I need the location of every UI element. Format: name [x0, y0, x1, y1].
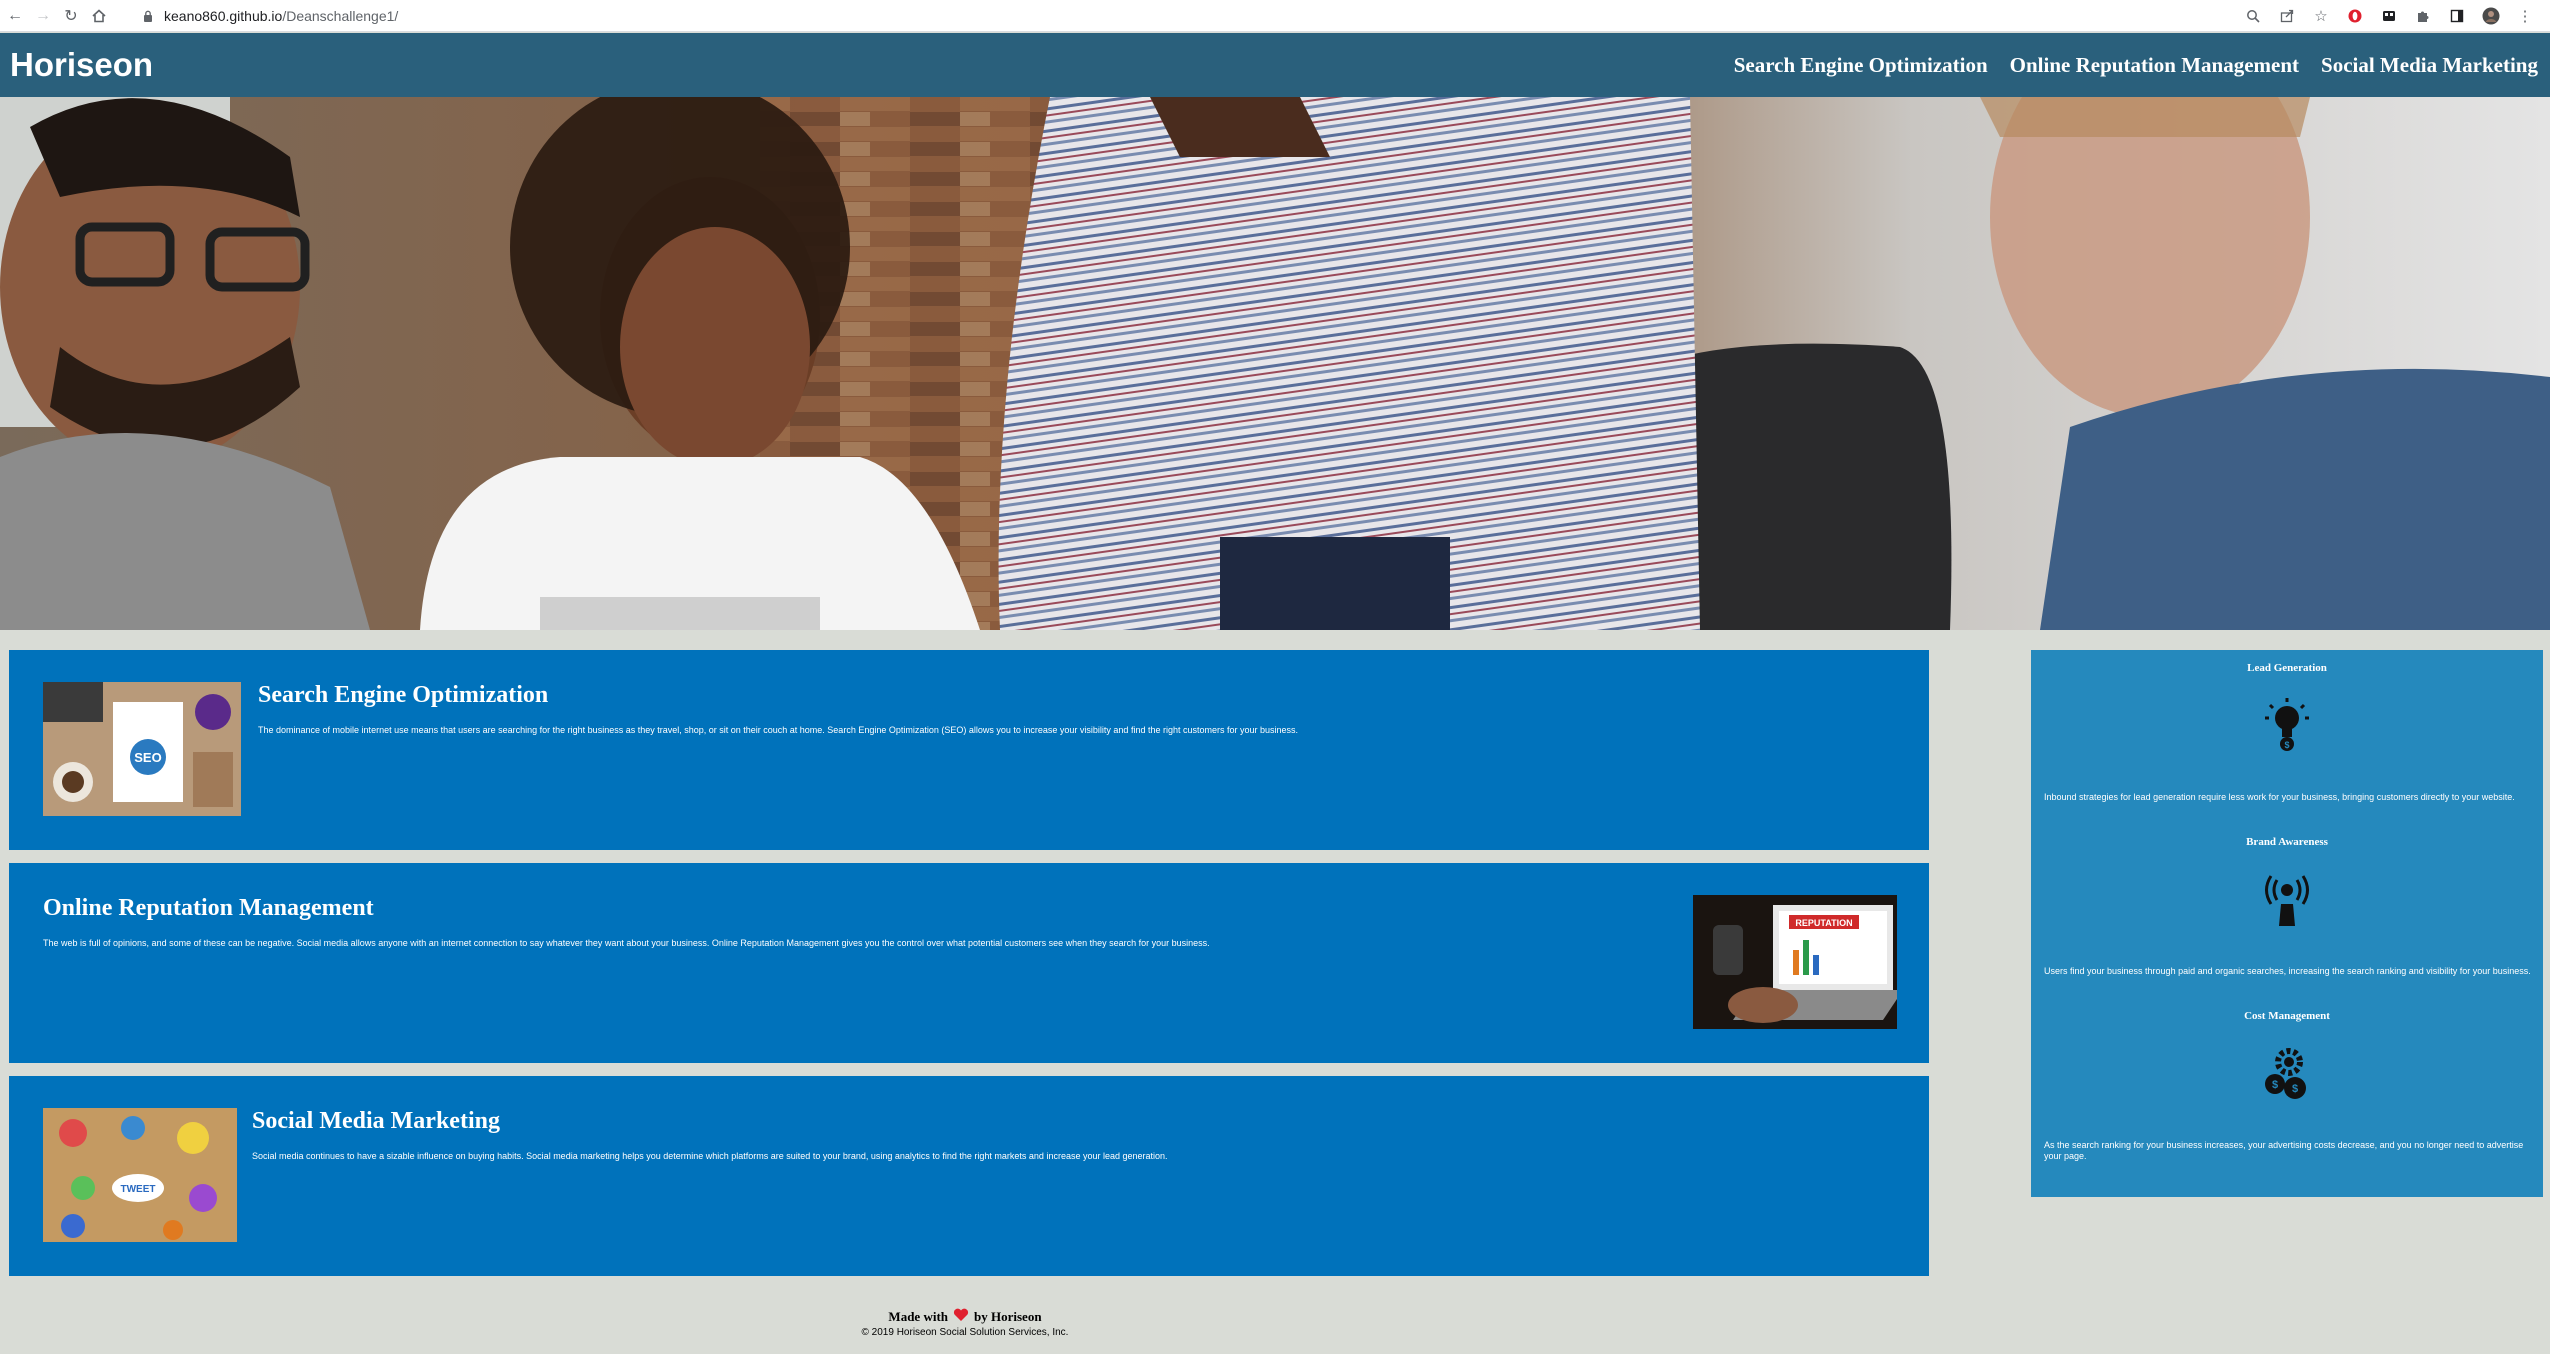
- card-text: Social media continues to have a sizable…: [252, 1151, 1168, 1161]
- hero-image: [0, 97, 2550, 630]
- card-social-media: TWEET Social Media Marketing Social medi…: [9, 1076, 1929, 1276]
- zoom-icon[interactable]: [2238, 3, 2268, 29]
- card-reputation: Online Reputation Management The web is …: [9, 863, 1929, 1063]
- site-logo[interactable]: Horiseon: [10, 46, 153, 84]
- card-title: Social Media Marketing: [252, 1108, 500, 1134]
- social-media-image-label: TWEET: [121, 1184, 156, 1195]
- copyright-text: © 2019 Horiseon Social Solution Services…: [861, 1327, 1069, 1338]
- benefit-title: Cost Management: [2244, 1010, 2330, 1022]
- made-with-line: Made with by Horiseon: [0, 1308, 1930, 1326]
- social-media-image: TWEET: [43, 1108, 237, 1242]
- card-title: Search Engine Optimization: [258, 682, 549, 708]
- site-footer: Made with by Horiseon © 2019 Horiseon So…: [0, 1308, 1930, 1338]
- card-text: The web is full of opinions, and some of…: [43, 938, 1210, 948]
- reputation-image-label: REPUTATION: [1795, 918, 1852, 928]
- puzzle-extensions-icon[interactable]: [2408, 3, 2438, 29]
- lightbulb-money-icon: $: [2257, 696, 2317, 756]
- lock-icon[interactable]: [140, 8, 156, 24]
- share-icon[interactable]: [2272, 3, 2302, 29]
- opera-extension-icon[interactable]: [2340, 3, 2370, 29]
- benefit-text: As the search ranking for your business …: [2044, 1140, 2524, 1161]
- card-title: Online Reputation Management: [43, 895, 374, 921]
- benefit-lead-generation: Lead Generation $ Inbound strategies for…: [2031, 662, 2543, 832]
- benefit-cost-management: Cost Management $ $ As the search rankin…: [2031, 1010, 2543, 1180]
- card-text: The dominance of mobile internet use mea…: [258, 725, 1299, 735]
- heart-icon: [953, 1308, 969, 1326]
- benefit-text: Inbound strategies for lead generation r…: [2044, 792, 2515, 802]
- reputation-image: REPUTATION: [1693, 895, 1897, 1029]
- card-seo: SEO Search Engine Optimization The domin…: [9, 650, 1929, 850]
- benefit-brand-awareness: Brand Awareness Users find your business…: [2031, 836, 2543, 1006]
- home-icon[interactable]: [86, 3, 112, 29]
- seo-image: SEO: [43, 682, 241, 816]
- main-nav: Search Engine Optimization Online Reputa…: [1734, 53, 2538, 78]
- forward-icon[interactable]: →: [30, 3, 56, 29]
- made-with-text: Made with: [888, 1309, 949, 1324]
- profile-avatar-icon[interactable]: [2476, 3, 2506, 29]
- benefit-title: Lead Generation: [2247, 662, 2327, 674]
- benefit-text: Users find your business through paid an…: [2044, 966, 2531, 976]
- benefits-sidebar: Lead Generation $ Inbound strategies for…: [2031, 650, 2543, 1197]
- media-extension-icon[interactable]: [2374, 3, 2404, 29]
- nav-link-seo[interactable]: Search Engine Optimization: [1734, 53, 1988, 78]
- browser-toolbar: ← → ↻ keano860.github.io/Deanschallenge1…: [0, 0, 2550, 32]
- svg-text:$: $: [2284, 740, 2289, 750]
- browser-menu-icon[interactable]: ⋮: [2510, 3, 2540, 29]
- nav-link-social-media[interactable]: Social Media Marketing: [2321, 53, 2538, 78]
- side-panel-icon[interactable]: [2442, 3, 2472, 29]
- site-header: Horiseon Search Engine Optimization Onli…: [0, 33, 2550, 97]
- svg-text:$: $: [2292, 1083, 2298, 1095]
- nav-link-reputation[interactable]: Online Reputation Management: [2010, 53, 2299, 78]
- back-icon[interactable]: ←: [2, 3, 28, 29]
- url-host: keano860.github.io: [164, 8, 283, 24]
- gears-coins-icon: $ $: [2257, 1044, 2317, 1104]
- address-bar[interactable]: keano860.github.io/Deanschallenge1/: [140, 3, 2220, 29]
- reload-icon[interactable]: ↻: [58, 3, 84, 29]
- seo-image-label: SEO: [134, 750, 161, 765]
- svg-text:$: $: [2272, 1079, 2278, 1091]
- bookmark-star-icon[interactable]: ☆: [2306, 3, 2336, 29]
- benefit-title: Brand Awareness: [2246, 836, 2328, 848]
- url-text: keano860.github.io/Deanschallenge1/: [164, 8, 398, 24]
- by-horiseon-text: by Horiseon: [974, 1309, 1042, 1324]
- broadcast-person-icon: [2257, 870, 2317, 930]
- url-path: /Deanschallenge1/: [282, 8, 399, 24]
